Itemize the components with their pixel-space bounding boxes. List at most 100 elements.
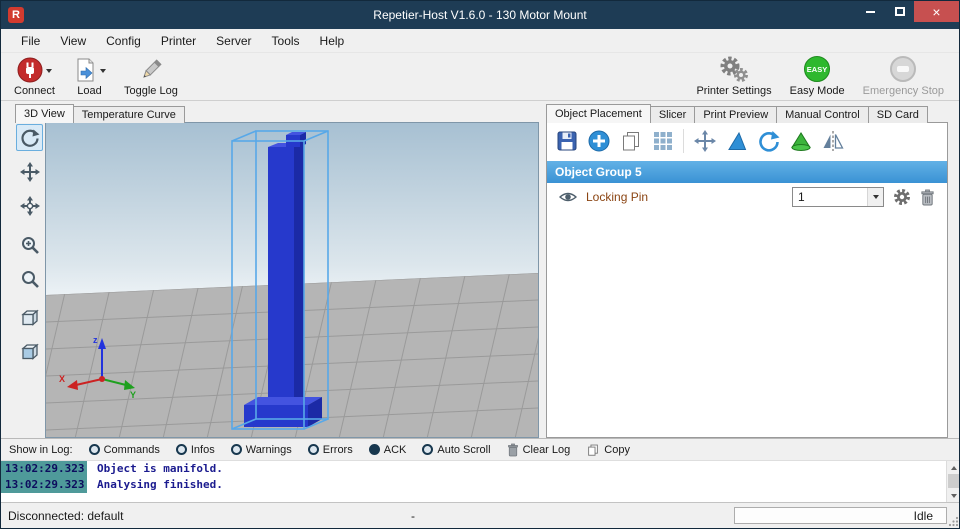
tab-manual-control[interactable]: Manual Control — [776, 106, 869, 123]
log-timestamp: 13:02:29.323 — [1, 461, 87, 477]
load-button[interactable]: Load — [64, 53, 115, 100]
tab-3d-view[interactable]: 3D View — [15, 104, 74, 123]
rotate-object-icon — [758, 131, 779, 152]
cube-front-icon — [20, 343, 39, 360]
warnings-led-icon — [230, 444, 242, 455]
load-dropdown-icon — [99, 69, 106, 73]
copy-log-button[interactable]: Copy — [586, 443, 630, 457]
toggle-log-button[interactable]: Toggle Log — [115, 53, 187, 100]
move-viewpoint-icon — [19, 195, 40, 216]
lay-flat-icon — [790, 132, 811, 151]
printer-settings-button[interactable]: Printer Settings — [687, 53, 780, 100]
connect-dropdown-icon — [45, 69, 52, 73]
close-button[interactable]: × — [914, 1, 959, 22]
mirror-icon — [823, 131, 844, 151]
menu-bar: File View Config Printer Server Tools He… — [1, 29, 959, 53]
zoom-button[interactable] — [16, 265, 43, 292]
log-scrollbar[interactable] — [946, 461, 959, 502]
toggle-infos[interactable]: Infos — [175, 444, 215, 456]
3d-viewport[interactable]: X Y z — [45, 122, 539, 438]
copy-log-icon — [588, 444, 599, 456]
axis-y-label: Y — [130, 390, 136, 400]
rotate-object-button[interactable] — [755, 128, 782, 155]
tab-sd-card[interactable]: SD Card — [867, 106, 928, 123]
scroll-down-button[interactable] — [947, 489, 959, 502]
scroll-down-icon — [951, 493, 957, 498]
connect-button[interactable]: Connect — [5, 53, 64, 100]
object-settings-button[interactable] — [893, 188, 911, 206]
add-icon — [588, 130, 609, 152]
trash-icon — [921, 189, 934, 205]
resize-grip[interactable] — [948, 516, 959, 527]
app-logo-icon: R — [8, 7, 24, 23]
menu-server[interactable]: Server — [206, 30, 261, 52]
easy-mode-icon: EASY — [804, 56, 831, 82]
menu-view[interactable]: View — [50, 30, 96, 52]
emergency-stop-button: Emergency Stop — [854, 53, 953, 100]
autoposition-button[interactable] — [649, 128, 676, 155]
menu-help[interactable]: Help — [310, 30, 355, 52]
toggle-autoscroll[interactable]: Auto Scroll — [422, 444, 491, 456]
maximize-button[interactable] — [885, 1, 914, 22]
toggle-warnings[interactable]: Warnings — [230, 444, 292, 456]
tab-temperature-curve[interactable]: Temperature Curve — [72, 106, 185, 123]
mirror-object-button[interactable] — [819, 128, 846, 155]
infos-led-icon — [175, 444, 187, 455]
window-title: Repetier-Host V1.6.0 - 130 Motor Mount — [373, 8, 587, 22]
scale-icon — [727, 131, 746, 150]
move-icon — [19, 161, 40, 182]
magnifier-icon — [21, 270, 39, 288]
rotate-view-icon — [20, 129, 39, 147]
menu-file[interactable]: File — [11, 30, 50, 52]
dropdown-button[interactable] — [867, 188, 883, 206]
scroll-up-button[interactable] — [947, 461, 959, 474]
menu-printer[interactable]: Printer — [151, 30, 206, 52]
visibility-toggle[interactable] — [559, 191, 577, 203]
svg-text:EASY: EASY — [807, 65, 827, 74]
center-object-button[interactable] — [691, 128, 718, 155]
save-button[interactable] — [553, 128, 580, 155]
right-tabs: Object Placement Slicer Print Preview Ma… — [546, 104, 928, 123]
center-object-icon — [693, 130, 716, 152]
eye-icon — [559, 192, 577, 202]
toggle-commands[interactable]: Commands — [88, 444, 160, 456]
minimize-button[interactable] — [856, 1, 885, 22]
emergency-stop-icon — [890, 56, 917, 82]
tab-object-placement[interactable]: Object Placement — [546, 104, 651, 123]
chevron-down-icon — [872, 195, 879, 199]
window-controls: × — [856, 1, 959, 22]
scroll-thumb[interactable] — [948, 474, 959, 488]
delete-object-button[interactable] — [920, 189, 935, 206]
log-message: Object is manifold. — [97, 462, 223, 475]
move-viewpoint-button[interactable] — [16, 192, 43, 219]
easy-mode-button[interactable]: EASY Easy Mode — [781, 53, 854, 100]
app-window: R Repetier-Host V1.6.0 - 130 Motor Mount… — [0, 0, 960, 529]
menu-tools[interactable]: Tools — [262, 30, 310, 52]
copies-dropdown[interactable]: 1 — [792, 187, 884, 207]
lay-flat-button[interactable] — [787, 128, 814, 155]
clear-log-button[interactable]: Clear Log — [507, 443, 570, 457]
zoom-in-button[interactable] — [16, 231, 43, 258]
front-view-button[interactable] — [16, 338, 43, 365]
tab-print-preview[interactable]: Print Preview — [694, 106, 778, 123]
gear-icon — [894, 189, 910, 205]
object-name[interactable]: Locking Pin — [586, 190, 648, 204]
scale-object-button[interactable] — [723, 128, 750, 155]
move-object-button[interactable] — [16, 158, 43, 185]
clear-log-trash-icon — [507, 443, 518, 456]
status-bar: Disconnected: default - Idle — [1, 502, 959, 528]
isometric-view-button[interactable] — [16, 304, 43, 331]
toolbar-separator — [683, 129, 684, 153]
toggle-ack[interactable]: ACK — [368, 444, 406, 456]
object-toolbar — [547, 123, 947, 159]
copy-object-button[interactable] — [617, 128, 644, 155]
log-entry: 13:02:29.323 Object is manifold. — [1, 461, 959, 477]
view-tabs: 3D View Temperature Curve — [15, 104, 185, 123]
menu-config[interactable]: Config — [96, 30, 151, 52]
object-group-header[interactable]: Object Group 5 — [547, 161, 947, 183]
add-object-button[interactable] — [585, 128, 612, 155]
tab-slicer[interactable]: Slicer — [649, 106, 696, 123]
rotate-view-button[interactable] — [16, 124, 43, 151]
object-placement-panel: Object Group 5 Locking Pin 1 — [546, 122, 948, 438]
toggle-errors[interactable]: Errors — [307, 444, 353, 456]
